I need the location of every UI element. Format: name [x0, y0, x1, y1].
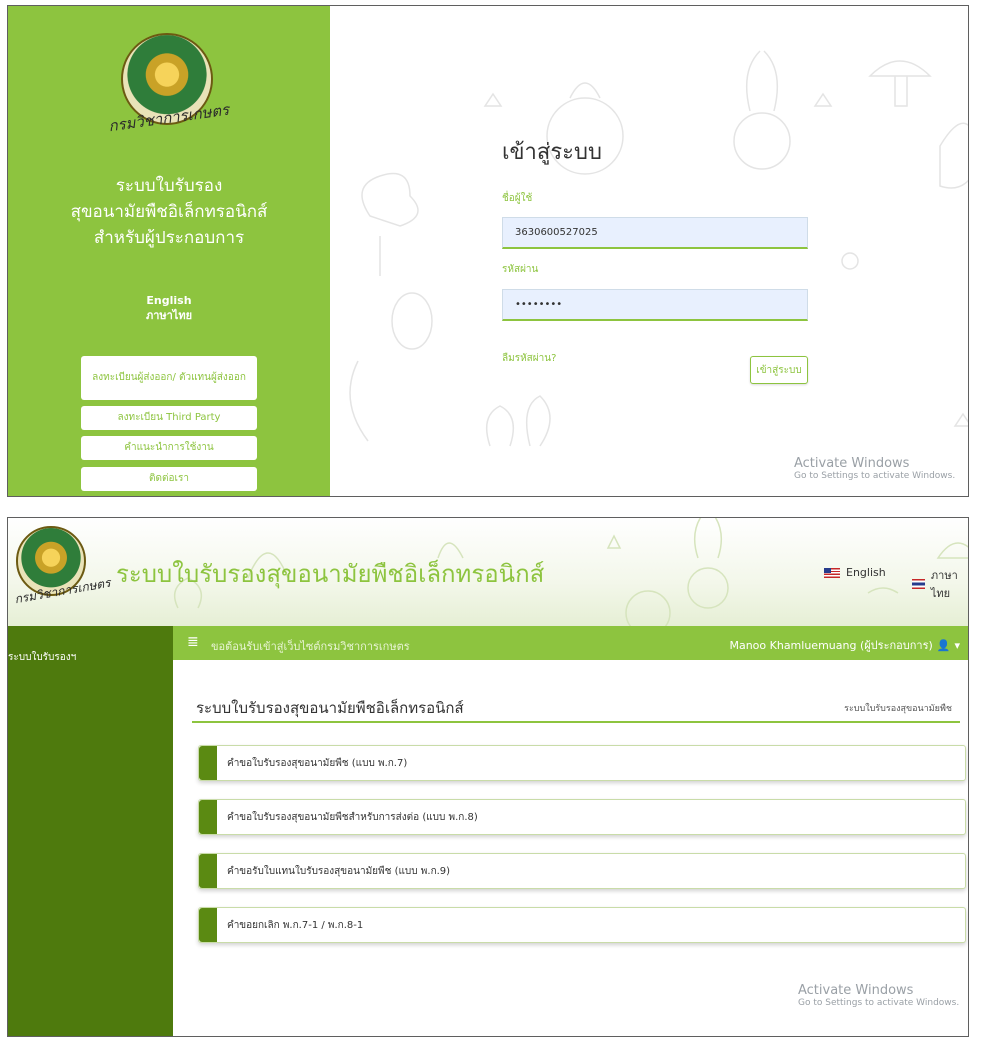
login-heading: เข้าสู่ระบบ [502, 140, 602, 165]
menu-item-accent [199, 908, 217, 942]
activate-subtitle: Go to Settings to activate Windows. [798, 998, 960, 1008]
title-divider [192, 721, 960, 723]
username-input[interactable]: 3630600527025 [502, 217, 808, 249]
register-third-party-button[interactable]: ลงทะเบียน Third Party [81, 406, 257, 430]
vegetable-doodle-background [349, 50, 968, 447]
register-exporter-button[interactable]: ลงทะเบียนผู้ส่งออก/ ตัวแทนผู้ส่งออก [81, 356, 257, 400]
activate-subtitle: Go to Settings to activate Windows. [794, 471, 956, 481]
login-form-area: เข้าสู่ระบบ ชื่อผู้ใช้ 3630600527025 รหั… [330, 6, 968, 496]
windows-activation-watermark: Activate Windows Go to Settings to activ… [794, 456, 955, 481]
site-header: กรมวิชาการเกษตร ระบบใบรับรองสุขอนามัยพืช… [8, 518, 968, 626]
lang-thai-link[interactable]: ภาษาไทย [8, 308, 330, 323]
menu-item-accent [199, 854, 217, 888]
menu-item-pk7[interactable]: คำขอใบรับรองสุขอนามัยพืช (แบบ พ.ก.7) [198, 745, 966, 781]
dashboard-screen: กรมวิชาการเกษตร ระบบใบรับรองสุขอนามัยพืช… [7, 517, 969, 1037]
system-title-line-2: สุขอนามัยพืชอิเล็กทรอนิกส์ [70, 202, 268, 222]
login-screen: กรมวิชาการเกษตร ระบบใบรับรอง สุขอนามัยพื… [7, 5, 969, 497]
caret-down-icon: ▾ [954, 638, 960, 652]
username-label: ชื่อผู้ใช้ [502, 193, 533, 204]
windows-activation-watermark: Activate Windows Go to Settings to activ… [798, 983, 959, 1008]
lang-english-label: English [846, 566, 886, 579]
language-switcher: English ภาษาไทย [8, 293, 330, 323]
menu-item-pk9[interactable]: คำขอรับใบแทนใบรับรองสุขอนามัยพืช (แบบ พ.… [198, 853, 966, 889]
us-flag-icon [824, 567, 840, 578]
user-menu-dropdown[interactable]: Manoo Khamluemuang (ผู้ประกอบการ) 👤 ▾ [729, 636, 960, 654]
login-sidebar: กรมวิชาการเกษตร ระบบใบรับรอง สุขอนามัยพื… [8, 6, 330, 496]
menu-item-accent [199, 800, 217, 834]
activate-title: Activate Windows [794, 456, 910, 471]
sidebar: ระบบใบรับรองฯ [8, 626, 173, 1036]
activate-title: Activate Windows [798, 983, 914, 998]
lang-thai-label: ภาษาไทย [930, 569, 958, 600]
menu-item-label: คำขอรับใบแทนใบรับรองสุขอนามัยพืช (แบบ พ.… [227, 865, 451, 877]
menu-item-cancel[interactable]: คำขอยกเลิก พ.ก.7-1 / พ.ก.8-1 [198, 907, 966, 943]
password-input[interactable]: •••••••• [502, 289, 808, 321]
top-navbar: ≣ ขอต้อนรับเข้าสู่เว็บไซต์กรมวิชาการเกษต… [173, 626, 968, 660]
lang-thai-link[interactable]: ภาษาไทย [912, 566, 968, 602]
menu-item-pk8[interactable]: คำขอใบรับรองสุขอนามัยพืชสำหรับการส่งต่อ … [198, 799, 966, 835]
user-name: Manoo Khamluemuang (ผู้ประกอบการ) [729, 639, 933, 652]
hamburger-menu-icon[interactable]: ≣ [187, 634, 199, 650]
thai-flag-icon [912, 579, 925, 589]
lang-english-link[interactable]: English [824, 566, 886, 579]
contact-us-button[interactable]: ติดต่อเรา [81, 467, 257, 491]
lang-english-link[interactable]: English [8, 293, 330, 308]
login-button[interactable]: เข้าสู่ระบบ [750, 356, 808, 384]
menu-item-accent [199, 746, 217, 780]
password-label: รหัสผ่าน [502, 264, 539, 275]
system-title-line-3: สำหรับผู้ประกอบการ [93, 228, 245, 248]
forgot-password-link[interactable]: ลืมรหัสผ่าน? [502, 351, 556, 366]
menu-item-label: คำขอใบรับรองสุขอนามัยพืชสำหรับการส่งต่อ … [227, 811, 478, 823]
site-title: ระบบใบรับรองสุขอนามัยพืชอิเล็กทรอนิกส์ [116, 560, 545, 588]
sidebar-item-certificate-system[interactable]: ระบบใบรับรองฯ [8, 650, 76, 665]
system-title-line-1: ระบบใบรับรอง [115, 176, 223, 196]
user-icon: 👤 [936, 638, 951, 652]
system-title: ระบบใบรับรอง สุขอนามัยพืชอิเล็กทรอนิกส์ … [8, 173, 330, 251]
breadcrumb[interactable]: ระบบใบรับรองสุขอนามัยพืช [844, 701, 952, 715]
page-title: ระบบใบรับรองสุขอนามัยพืชอิเล็กทรอนิกส์ [196, 699, 464, 717]
menu-item-label: คำขอยกเลิก พ.ก.7-1 / พ.ก.8-1 [227, 919, 364, 931]
user-guide-button[interactable]: คำแนะนำการใช้งาน [81, 436, 257, 460]
welcome-message: ขอต้อนรับเข้าสู่เว็บไซต์กรมวิชาการเกษตร [211, 640, 410, 653]
menu-item-label: คำขอใบรับรองสุขอนามัยพืช (แบบ พ.ก.7) [227, 757, 408, 769]
